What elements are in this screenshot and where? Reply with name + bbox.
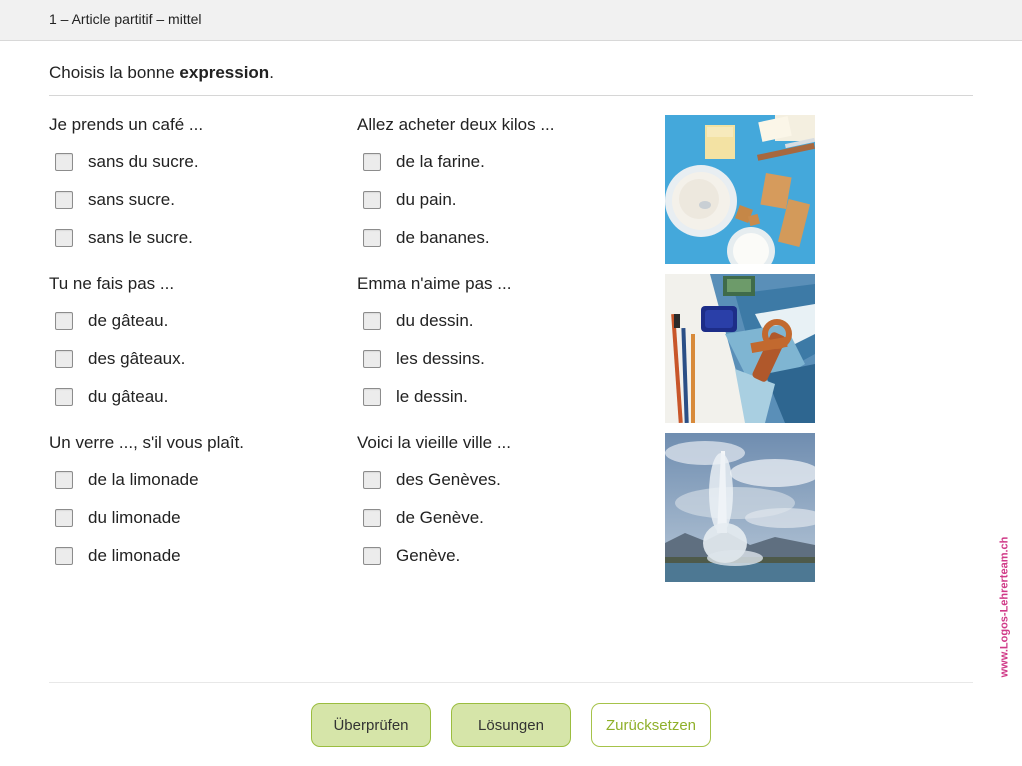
- option-4-3[interactable]: le dessin.: [357, 385, 468, 409]
- checkbox[interactable]: [55, 471, 73, 489]
- question-prompt: Un verre ..., s'il vous plaît.: [49, 433, 245, 452]
- option-6-1[interactable]: des Genèves.: [357, 468, 501, 492]
- option-label: les dessins.: [396, 349, 485, 368]
- option-4-1[interactable]: du dessin.: [357, 309, 474, 333]
- option-label: de la farine.: [396, 152, 485, 171]
- instruction-text-end: .: [269, 63, 274, 82]
- option-label: le dessin.: [396, 387, 468, 406]
- option-6-2[interactable]: de Genève.: [357, 506, 484, 530]
- top-bar: 1 – Article partitif – mittel: [0, 0, 1022, 41]
- option-label: de la limonade: [88, 470, 199, 489]
- question-6: Voici la vieille ville ... des Genèves. …: [357, 433, 647, 565]
- option-5-1[interactable]: de la limonade: [49, 468, 199, 492]
- logos-lehrerteam-watermark: www.Logos-Lehrerteam.ch: [996, 526, 1012, 688]
- option-label: de gâteau.: [88, 311, 169, 330]
- option-label: sans sucre.: [88, 190, 175, 209]
- checkbox[interactable]: [363, 153, 381, 171]
- divider-bottom: [49, 682, 973, 683]
- option-label: du pain.: [396, 190, 457, 209]
- question-4: Emma n'aime pas ... du dessin. les dessi…: [357, 274, 647, 406]
- question-prompt: Emma n'aime pas ...: [357, 274, 512, 293]
- option-label: des Genèves.: [396, 470, 501, 489]
- painting-supplies-image: [665, 274, 815, 423]
- question-prompt: Je prends un café ...: [49, 115, 204, 134]
- option-label: de limonade: [88, 546, 181, 565]
- question-prompt: Tu ne fais pas ...: [49, 274, 175, 293]
- checkbox[interactable]: [55, 350, 73, 368]
- checkbox[interactable]: [55, 191, 73, 209]
- question-prompt: Allez acheter deux kilos ...: [357, 115, 555, 134]
- checkbox[interactable]: [55, 153, 73, 171]
- option-label: du dessin.: [396, 311, 474, 330]
- option-label: du limonade: [88, 508, 181, 527]
- watermark-text: www.Logos-Lehrerteam.ch: [998, 536, 1011, 678]
- divider-top: [49, 95, 973, 96]
- question-prompt: Voici la vieille ville ...: [357, 433, 512, 452]
- option-label: sans du sucre.: [88, 152, 199, 171]
- option-2-3[interactable]: de bananes.: [357, 226, 490, 250]
- option-label: du gâteau.: [88, 387, 169, 406]
- checkbox[interactable]: [363, 350, 381, 368]
- checkbox[interactable]: [55, 388, 73, 406]
- option-3-3[interactable]: du gâteau.: [49, 385, 168, 409]
- geneva-fountain-image: [665, 433, 815, 582]
- solutions-button[interactable]: Lösungen: [451, 703, 571, 747]
- option-3-1[interactable]: de gâteau.: [49, 309, 168, 333]
- option-label: Genève.: [396, 546, 461, 565]
- option-label: des gâteaux.: [88, 349, 186, 368]
- option-label: sans le sucre.: [88, 228, 193, 247]
- checkbox[interactable]: [363, 547, 381, 565]
- checkbox[interactable]: [363, 191, 381, 209]
- option-label: de bananes.: [396, 228, 490, 247]
- instruction-text-start: Choisis la bonne: [49, 63, 180, 82]
- checkbox[interactable]: [55, 312, 73, 330]
- option-1-2[interactable]: sans sucre.: [49, 188, 175, 212]
- instruction-text-bold: expression: [179, 63, 270, 82]
- checkbox[interactable]: [363, 229, 381, 247]
- option-3-2[interactable]: des gâteaux.: [49, 347, 185, 371]
- checkbox[interactable]: [363, 312, 381, 330]
- reset-button[interactable]: Zurücksetzen: [591, 703, 711, 747]
- option-5-3[interactable]: de limonade: [49, 544, 181, 568]
- checkbox[interactable]: [55, 547, 73, 565]
- checkbox[interactable]: [363, 388, 381, 406]
- option-1-1[interactable]: sans du sucre.: [49, 150, 199, 174]
- question-2: Allez acheter deux kilos ... de la farin…: [357, 115, 647, 247]
- option-label: de Genève.: [396, 508, 484, 527]
- checkbox[interactable]: [363, 471, 381, 489]
- exercise-title: 1 – Article partitif – mittel: [49, 11, 202, 27]
- option-2-2[interactable]: du pain.: [357, 188, 457, 212]
- question-3: Tu ne fais pas ... de gâteau. des gâteau…: [49, 274, 339, 406]
- question-1: Je prends un café ... sans du sucre. san…: [49, 115, 339, 247]
- checkbox[interactable]: [363, 509, 381, 527]
- check-button[interactable]: Überprüfen: [311, 703, 431, 747]
- option-5-2[interactable]: du limonade: [49, 506, 181, 530]
- checkbox[interactable]: [55, 229, 73, 247]
- instruction-text: Choisis la bonne expression.: [49, 63, 274, 83]
- option-2-1[interactable]: de la farine.: [357, 150, 485, 174]
- question-5: Un verre ..., s'il vous plaît. de la lim…: [49, 433, 339, 565]
- option-4-2[interactable]: les dessins.: [357, 347, 485, 371]
- option-6-3[interactable]: Genève.: [357, 544, 460, 568]
- checkbox[interactable]: [55, 509, 73, 527]
- baking-ingredients-image: [665, 115, 815, 264]
- option-1-3[interactable]: sans le sucre.: [49, 226, 193, 250]
